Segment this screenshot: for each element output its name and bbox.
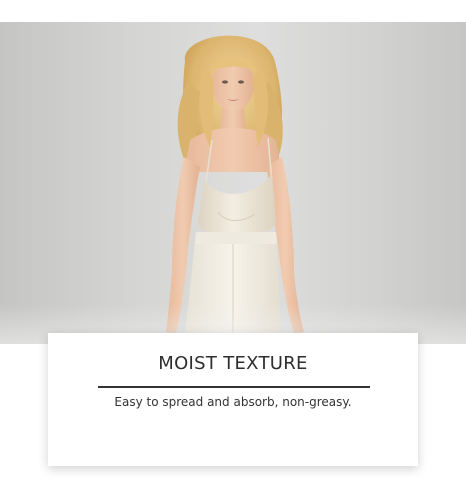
title-divider — [98, 386, 370, 388]
product-feature-page: MOIST TEXTURE Easy to spread and absorb,… — [0, 0, 466, 500]
feature-title: MOIST TEXTURE — [158, 353, 308, 374]
feature-description: Easy to spread and absorb, non-greasy. — [114, 395, 352, 409]
model-figure — [166, 35, 304, 344]
feature-card: MOIST TEXTURE Easy to spread and absorb,… — [48, 333, 418, 466]
model-photo — [0, 22, 466, 344]
